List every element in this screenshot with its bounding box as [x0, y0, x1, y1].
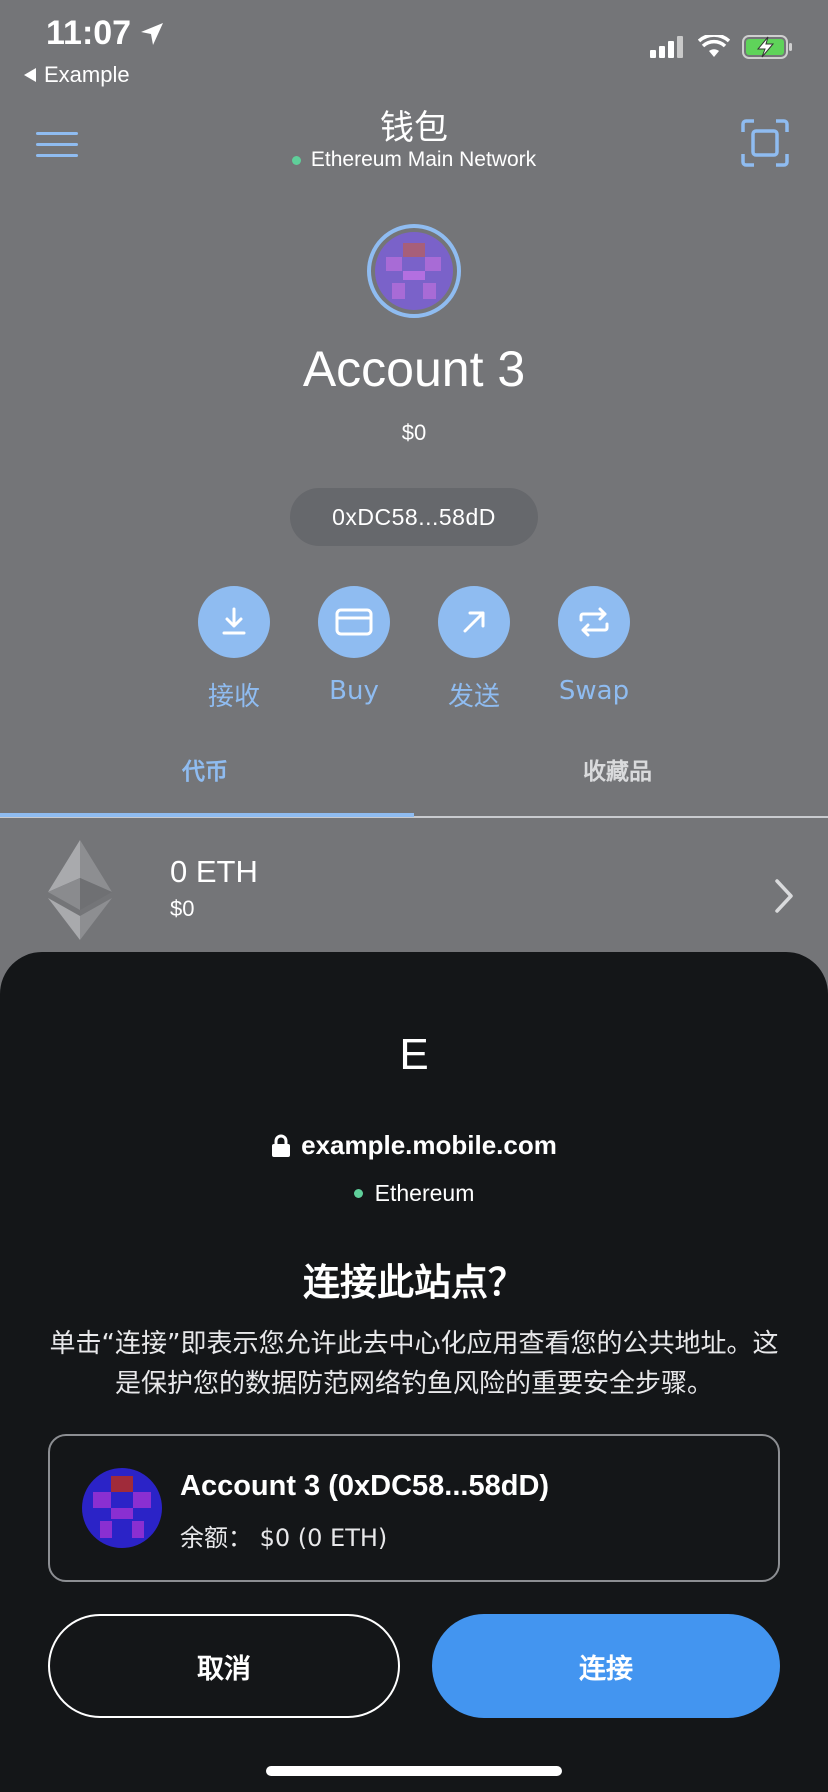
site-network: Ethereum [0, 1180, 828, 1207]
network-status-dot [291, 155, 301, 165]
cellular-signal-icon [650, 36, 683, 58]
site-url: example.mobile.com [0, 1130, 828, 1161]
home-indicator[interactable] [266, 1766, 562, 1776]
token-amount: 0 ETH [170, 854, 258, 889]
cancel-button[interactable]: 取消 [48, 1614, 400, 1718]
swap-button[interactable]: Swap [534, 586, 654, 706]
back-to-app-link[interactable]: Example [24, 62, 130, 88]
buy-button[interactable]: Buy [294, 586, 414, 706]
status-time: 11:07 [46, 14, 165, 53]
network-indicator[interactable]: Ethereum Main Network [0, 148, 828, 172]
token-row-eth[interactable]: 0 ETH $0 [0, 818, 828, 960]
account-name[interactable]: Account 3 [0, 340, 828, 398]
page-title: 钱包 [380, 108, 448, 148]
card-icon [335, 608, 373, 636]
account-balance: $0 [401, 420, 427, 445]
receive-icon [222, 607, 246, 635]
chevron-right-icon [775, 879, 793, 913]
site-favicon-letter: E [399, 1030, 429, 1079]
send-arrow-icon [463, 611, 485, 633]
selected-account-card[interactable]: Account 3 (0xDC58...58dD) 余额： $0 (0 ETH) [48, 1434, 780, 1582]
send-button[interactable]: 发送 [414, 586, 534, 713]
account-avatar-small [82, 1468, 162, 1548]
token-fiat-value: $0 [170, 896, 195, 921]
swap-label: Swap [558, 676, 630, 706]
site-network-name: Ethereum [374, 1180, 475, 1206]
sheet-title: 连接此站点？ [303, 1261, 525, 1304]
battery-charging-icon [742, 35, 792, 59]
address-copy-button[interactable]: 0xDC58...58dD [290, 488, 538, 546]
connect-site-sheet: E example.mobile.com Ethereum 连接此站点？ 单击“… [0, 952, 828, 1792]
network-status-dot [353, 1189, 363, 1198]
sheet-description: 单击“连接”即表示您允许此去中心化应用查看您的公共地址。这是保护您的数据防范网络… [49, 1329, 779, 1399]
card-account-balance: 余额： $0 (0 ETH) [180, 1524, 388, 1552]
lock-icon [272, 1134, 291, 1157]
site-url-text: example.mobile.com [301, 1130, 557, 1160]
send-label: 发送 [447, 682, 500, 712]
location-arrow-icon [141, 22, 164, 45]
account-avatar[interactable] [367, 224, 461, 318]
wifi-icon [698, 35, 730, 57]
swap-icon [579, 607, 609, 637]
receive-label: 接收 [207, 682, 260, 712]
connect-button[interactable]: 连接 [432, 1614, 780, 1718]
buy-label: Buy [329, 676, 379, 706]
back-triangle-icon [24, 68, 36, 82]
card-account-label: Account 3 (0xDC58...58dD) [180, 1470, 550, 1502]
tab-collectibles[interactable]: 收藏品 [583, 752, 652, 786]
network-name: Ethereum Main Network [310, 148, 537, 171]
back-app-label: Example [44, 62, 130, 87]
tab-tokens[interactable]: 代币 [182, 752, 228, 786]
scan-icon[interactable] [740, 118, 790, 168]
receive-button[interactable]: 接收 [174, 586, 294, 713]
time-text: 11:07 [46, 14, 132, 52]
active-tab-indicator [0, 813, 414, 817]
ethereum-icon [48, 840, 112, 940]
status-icons [650, 34, 794, 60]
